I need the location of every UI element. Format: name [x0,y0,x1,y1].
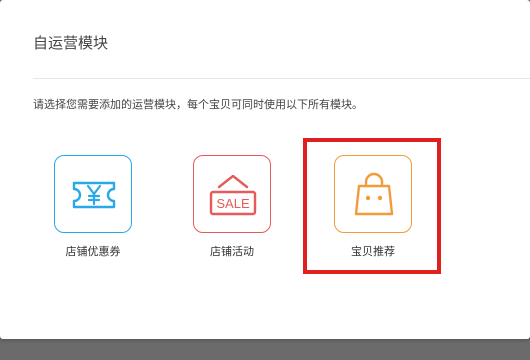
sale-text: SALE [216,196,250,211]
module-store-coupon[interactable]: 店铺优惠券 [53,155,133,259]
self-operation-modules-dialog: 自运营模块 请选择您需要添加的运营模块，每个宝贝可同时使用以下所有模块。 店铺优… [0,0,530,339]
store-coupon-tile[interactable] [54,155,132,233]
module-label: 店铺活动 [210,245,254,258]
dialog-instruction: 请选择您需要添加的运营模块，每个宝贝可同时使用以下所有模块。 [33,98,363,111]
title-divider [33,78,530,79]
selection-highlight-box [303,138,441,274]
dialog-title: 自运营模块 [33,34,109,52]
sale-sign-icon: SALE [209,174,257,216]
module-label: 店铺优惠券 [65,245,121,258]
store-activity-tile[interactable]: SALE [193,155,271,233]
coupon-icon [72,181,116,209]
module-store-activity[interactable]: SALE 店铺活动 [192,155,272,259]
